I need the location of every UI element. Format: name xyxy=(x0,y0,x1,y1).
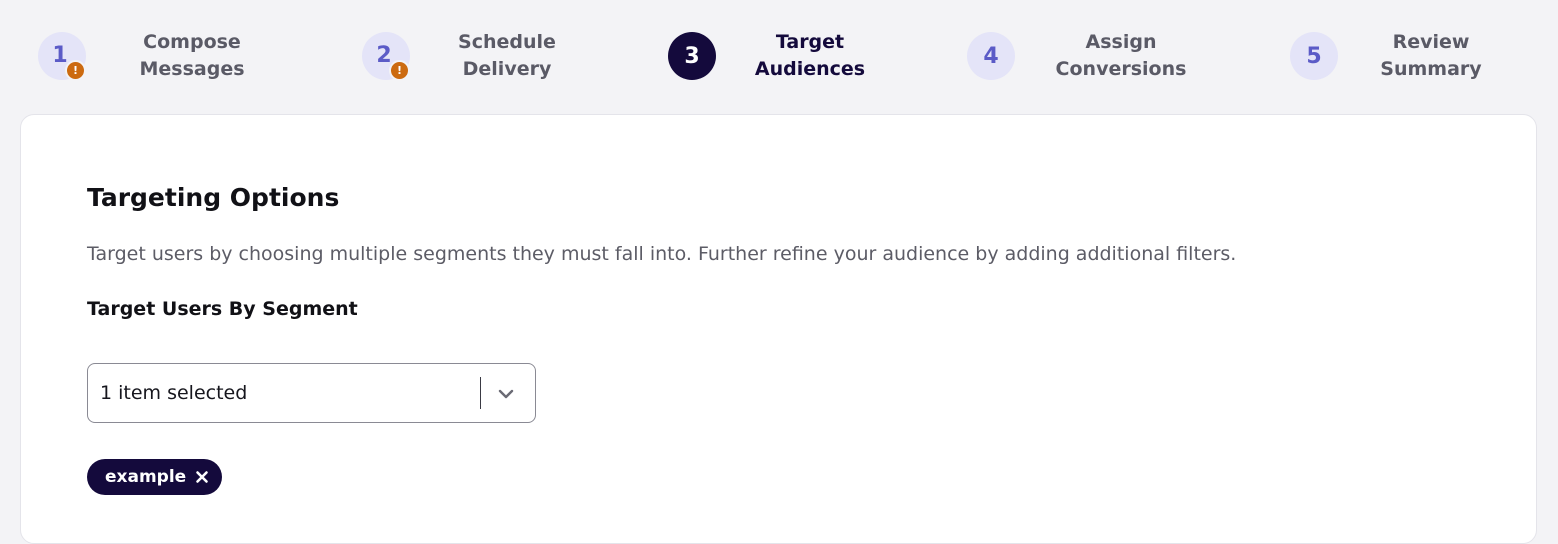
step-number: 2 xyxy=(376,42,392,68)
warning-icon: ! xyxy=(65,60,86,81)
step-label-line2: Audiences xyxy=(754,58,866,80)
segment-chip: example xyxy=(87,459,222,495)
warning-icon: ! xyxy=(389,60,410,81)
chevron-down-icon[interactable] xyxy=(495,383,517,405)
close-icon[interactable] xyxy=(194,469,210,485)
step-number: 1 xyxy=(52,42,68,68)
step-assign-conversions[interactable]: 4 Assign Conversions xyxy=(967,31,1186,84)
step-label-line1: Compose xyxy=(143,31,241,53)
step-label: Assign Conversions xyxy=(1036,29,1206,83)
segment-select-value: 1 item selected xyxy=(100,382,248,404)
step-label: Review Summary xyxy=(1346,29,1516,83)
step-number-circle: 2 ! xyxy=(362,32,410,81)
step-label-line2: Delivery xyxy=(462,58,552,80)
step-number-circle: 1 ! xyxy=(38,32,86,81)
step-label-line2: Conversions xyxy=(1055,58,1187,80)
select-divider xyxy=(480,377,481,409)
step-number: 5 xyxy=(1306,43,1322,69)
step-number-circle: 4 xyxy=(967,32,1015,80)
step-label: Target Audiences xyxy=(725,29,895,83)
section-title: Targeting Options xyxy=(87,183,340,212)
step-compose-messages[interactable]: 1 ! Compose Messages xyxy=(38,31,245,84)
step-number-circle: 3 xyxy=(668,32,716,80)
step-number: 3 xyxy=(684,43,700,69)
step-label-line1: Assign xyxy=(1085,31,1157,53)
step-target-audiences[interactable]: 3 Target Audiences xyxy=(668,31,865,84)
step-label: Compose Messages xyxy=(107,29,277,83)
step-label-line1: Schedule xyxy=(458,31,556,53)
step-label-line2: Summary xyxy=(1380,58,1482,80)
section-description: Target users by choosing multiple segmen… xyxy=(87,243,1237,265)
segment-field-label: Target Users By Segment xyxy=(87,298,358,320)
step-number: 4 xyxy=(983,43,999,69)
progress-stepper: 1 ! Compose Messages 2 ! Schedule Delive… xyxy=(0,0,1558,115)
step-label: Schedule Delivery xyxy=(422,29,592,83)
step-number-circle: 5 xyxy=(1290,32,1338,80)
targeting-card: Targeting Options Target users by choosi… xyxy=(20,114,1537,544)
step-schedule-delivery[interactable]: 2 ! Schedule Delivery xyxy=(362,31,556,84)
segment-select[interactable]: 1 item selected xyxy=(87,363,536,423)
step-label-line2: Messages xyxy=(139,58,245,80)
segment-chip-label: example xyxy=(105,467,187,487)
step-review-summary[interactable]: 5 Review Summary xyxy=(1290,31,1482,84)
step-label-line1: Target xyxy=(775,31,845,53)
step-label-line1: Review xyxy=(1392,31,1470,53)
